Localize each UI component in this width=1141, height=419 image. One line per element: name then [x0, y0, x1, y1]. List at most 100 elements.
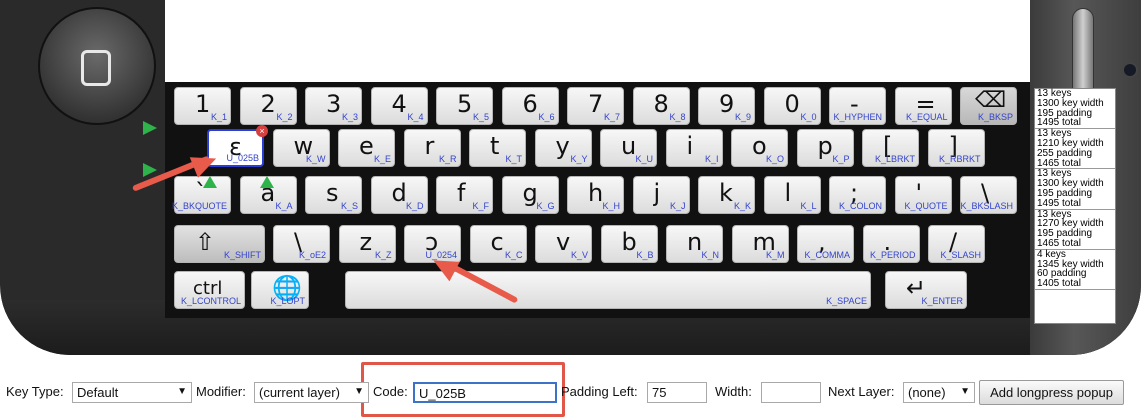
key-k_lbrkt[interactable]: [K_LBRKT [862, 129, 919, 167]
key-k_quote[interactable]: ' K_QUOTE [894, 176, 952, 214]
key-label: 5 [457, 90, 473, 118]
key-code-label: K_A [275, 201, 293, 211]
key-k_3[interactable]: 3 K_3 [305, 87, 362, 125]
delete-key-icon[interactable]: × [256, 125, 268, 137]
key-k_i[interactable]: i K_I [665, 129, 723, 167]
key-code-label: K_U [635, 154, 653, 164]
key-k_y[interactable]: y K_Y [534, 129, 592, 167]
key-label: k [719, 179, 733, 207]
key-k_f[interactable]: f K_F [436, 176, 493, 214]
key-code-label: K_S [340, 201, 358, 211]
key-k_n[interactable]: n K_N [666, 225, 723, 263]
key-code-label: K_8 [669, 112, 686, 122]
key-k_k[interactable]: k K_K [698, 176, 755, 214]
key-k_6[interactable]: 6 K_6 [501, 87, 559, 125]
key-k_lcontrol[interactable]: ctrl K_LCONTROL [174, 271, 245, 309]
key-k_p[interactable]: p K_P [796, 129, 854, 167]
next-layer-select[interactable]: (none) [903, 382, 975, 403]
row-info-block: 13 keys 1270 key width 195 padding 1465 tot… [1035, 209, 1115, 250]
key-code-label: K_COMMA [804, 250, 850, 260]
key-k_period[interactable]: . K_PERIOD [862, 225, 920, 263]
key-code-label: K_E [373, 154, 391, 164]
key-label: ⇧ [195, 228, 216, 256]
key-k_e[interactable]: e K_E [338, 129, 395, 167]
key-label: v [556, 228, 571, 256]
row-info-line: 1405 total [1037, 278, 1081, 290]
key-k_8[interactable]: 8 K_8 [632, 87, 690, 125]
key-k_v[interactable]: v K_V [535, 225, 592, 263]
key-k_lopt[interactable]: 🌐 K_LOPT [251, 271, 309, 309]
key-label: 9 [719, 90, 735, 118]
key-k_hyphen[interactable]: - K_HYPHEN [829, 87, 886, 125]
key-k_2[interactable]: 2 K_2 [239, 87, 297, 125]
key-k_o[interactable]: o K_O [731, 129, 788, 167]
key-k_bkslash[interactable]: \ K_BKSLASH [960, 176, 1017, 214]
width-input[interactable] [761, 382, 821, 403]
code-value: U_025B [419, 386, 466, 401]
row-info-line: 1495 total [1037, 117, 1081, 129]
key-k_l[interactable]: l K_L [763, 176, 821, 214]
key-code-label: K_RBRKT [938, 154, 981, 164]
key-code-label: K_LCONTROL [180, 296, 241, 306]
key-k_bksp[interactable]: ⌫ K_BKSP [960, 87, 1017, 125]
key-k_4[interactable]: 4 K_4 [370, 87, 428, 125]
key-k_d[interactable]: d K_D [370, 176, 428, 214]
key-label: e [359, 132, 374, 160]
key-label: c [490, 228, 504, 256]
key-k_enter[interactable]: ↵ K_ENTER [885, 271, 967, 309]
key-k_c[interactable]: c K_C [469, 225, 527, 263]
modifier-value: (current layer) [259, 385, 340, 400]
key-code-label: K_BKSLASH [960, 201, 1013, 211]
modifier-select[interactable]: (current layer) [254, 382, 369, 403]
key-k_b[interactable]: b K_B [600, 225, 658, 263]
key-k_u[interactable]: u K_U [600, 129, 657, 167]
key-k_5[interactable]: 5 K_5 [436, 87, 493, 125]
key-label: o [752, 132, 767, 160]
key-label: y [555, 132, 570, 160]
key-k_slash[interactable]: / K_SLASH [928, 225, 985, 263]
key-k_colon[interactable]: ; K_COLON [829, 176, 886, 214]
key-label: d [391, 179, 407, 207]
padding-left-input[interactable]: 75 [647, 382, 707, 403]
key-k_g[interactable]: g K_G [501, 176, 559, 214]
key-code-label: K_Y [570, 154, 588, 164]
key-k_j[interactable]: j K_J [632, 176, 690, 214]
row-info-line: 1495 total [1037, 197, 1081, 209]
key-label: i [686, 132, 694, 160]
key-code-label: K_G [536, 201, 555, 211]
key-k_m[interactable]: m K_M [731, 225, 789, 263]
key-code-label: K_J [669, 201, 686, 211]
key-k_comma[interactable]: , K_COMMA [797, 225, 854, 263]
key-k_z[interactable]: z K_Z [338, 225, 396, 263]
key-code-label: K_B [636, 250, 654, 260]
key-code-label: K_BKQUOTE [171, 201, 227, 211]
key-k_h[interactable]: h K_H [567, 176, 624, 214]
key-code-label: U_025B [226, 153, 259, 163]
key-label: b [621, 228, 637, 256]
add-longpress-popup-button[interactable]: Add longpress popup [979, 380, 1124, 405]
code-input[interactable]: U_025B [413, 382, 557, 403]
key-k_bkquote[interactable]: ` K_BKQUOTE [171, 176, 231, 214]
key-k_r[interactable]: r K_R [403, 129, 461, 167]
key-k_equal[interactable]: = K_EQUAL [894, 87, 952, 125]
key-label: 0 [784, 90, 800, 118]
key-k_s[interactable]: s K_S [305, 176, 362, 214]
key-type-select[interactable]: Default [72, 382, 192, 403]
row-info-block: 13 keys 1300 key width 195 padding 1495 tot… [1035, 169, 1115, 210]
key-k_7[interactable]: 7 K_7 [567, 87, 624, 125]
key-k_shift[interactable]: ⇧ K_SHIFT [174, 225, 265, 263]
key-k_9[interactable]: 9 K_9 [698, 87, 755, 125]
key-k_0[interactable]: 0 K_0 [763, 87, 821, 125]
key-k_rbrkt[interactable]: ] K_RBRKT [927, 129, 985, 167]
key-k_space[interactable]: K_SPACE [345, 271, 871, 309]
key-k_t[interactable]: t K_T [469, 129, 526, 167]
key-k_w[interactable]: w K_W [272, 129, 330, 167]
key-k_oe2[interactable]: \ K_oE2 [273, 225, 330, 263]
row-info-block: 13 keys 1210 key width 255 padding 1465 tot… [1035, 129, 1115, 170]
key-k_1[interactable]: 1 K_1 [174, 87, 231, 125]
key-code-label: K_N [701, 250, 719, 260]
key-code-label: K_W [305, 154, 326, 164]
key-label: 4 [391, 90, 407, 118]
key-label: 8 [653, 90, 669, 118]
key-code-label: K_P [832, 154, 850, 164]
